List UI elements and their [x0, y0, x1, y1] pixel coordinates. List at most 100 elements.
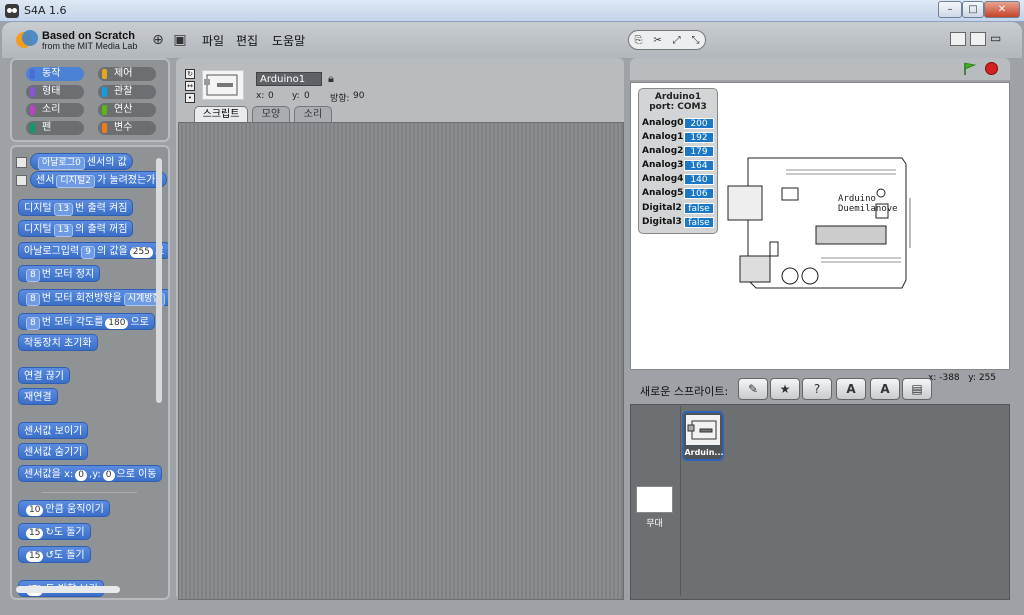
tab-sounds[interactable]: 소리	[294, 106, 332, 122]
block-digital-off[interactable]: 디지털 13 의 출력 꺼짐	[18, 220, 134, 237]
random-sprite-icon[interactable]: ?	[802, 378, 832, 400]
category-control[interactable]: 제어	[98, 67, 156, 81]
lock-icon[interactable]: 🔒︎	[328, 72, 334, 86]
value-input[interactable]: 180	[105, 318, 129, 329]
digital-sensor-checkbox[interactable]	[16, 175, 27, 186]
pin-dropdown[interactable]: 8	[26, 317, 40, 330]
pin-dropdown[interactable]: 8	[26, 293, 40, 306]
block-digital-sensor-pressed[interactable]: 센서 디지털2 가 눌려졌는가?	[30, 171, 167, 188]
palette-vertical-scrollbar[interactable]	[156, 158, 162, 403]
sensor-label: Digital2	[642, 203, 682, 213]
window-title: S4A 1.6	[24, 4, 67, 17]
block-disconnect[interactable]: 연결 끊기	[18, 367, 70, 384]
scripts-canvas[interactable]	[178, 122, 624, 600]
value-input[interactable]: 15	[26, 551, 44, 562]
duplicate-icon[interactable]: ⎘	[634, 35, 642, 46]
x-input[interactable]: 0	[75, 470, 88, 481]
green-flag-icon[interactable]	[963, 62, 977, 75]
rotate-style-icon[interactable]: ↻	[185, 69, 195, 79]
sensor-label: Digital3	[642, 217, 682, 227]
y-input[interactable]: 0	[102, 470, 115, 481]
stop-icon[interactable]	[985, 62, 998, 75]
block-analog-sensor-value[interactable]: 아날로그0 센서의 값	[30, 153, 133, 170]
menu-help[interactable]: 도움말	[272, 32, 305, 49]
sprite-x-label: x:	[256, 91, 265, 101]
no-rotate-icon[interactable]: •	[185, 93, 195, 103]
block-analog-output[interactable]: 아날로그입력9의 값을255로	[18, 242, 168, 259]
shrink-icon[interactable]: ⤡	[692, 35, 700, 46]
sprite-name-field[interactable]: Arduino1	[256, 72, 322, 86]
block-reconnect[interactable]: 재연결	[18, 388, 58, 405]
choose-sprite-icon[interactable]: ★	[770, 378, 800, 400]
block-turn-left[interactable]: 15 ↺도 돌기	[18, 546, 91, 563]
block-reset-actuators[interactable]: 작동장치 초기화	[18, 334, 98, 351]
category-operators[interactable]: 연산	[98, 103, 156, 117]
normal-stage-icon[interactable]	[970, 32, 986, 46]
block-text: 만큼 움직이기	[45, 504, 104, 515]
pin-dropdown[interactable]: 13	[53, 224, 74, 237]
flip-style-icon[interactable]: ↔	[185, 81, 195, 91]
sprite-y-value: 0	[304, 91, 310, 101]
maximize-button[interactable]: □	[962, 1, 984, 18]
arduino-board-sprite[interactable]	[726, 148, 916, 298]
menu-edit[interactable]: 편집	[236, 32, 258, 49]
grow-icon[interactable]: ⤢	[673, 35, 681, 46]
paint-sprite-icon[interactable]: ✎	[738, 378, 768, 400]
globe-icon[interactable]: ⊕	[150, 32, 166, 48]
block-text: 번 모터 정지	[41, 269, 95, 280]
small-stage-icon[interactable]	[950, 32, 966, 46]
block-move-sensor[interactable]: 센서값을 x: 0 ,y: 0 으로 이동	[18, 465, 163, 482]
analog-sensor-dropdown[interactable]: 아날로그0	[38, 157, 85, 170]
category-pen[interactable]: 펜	[26, 121, 84, 135]
value-input[interactable]: 15	[26, 528, 44, 539]
value-input[interactable]: 255	[129, 247, 153, 258]
sensor-value: false	[684, 203, 714, 214]
turn-right-icon: ↻	[45, 527, 54, 538]
board-sprite-icon[interactable]: A	[836, 378, 866, 400]
category-variables[interactable]: 변수	[98, 121, 156, 135]
block-text: 으로 이동	[116, 469, 157, 480]
sprite-card-thumbnail[interactable]	[686, 415, 720, 445]
sensor-value: 200	[684, 118, 714, 129]
import-sprite-icon[interactable]: ▤	[902, 378, 932, 400]
block-show-sensor[interactable]: 센서값 보이기	[18, 422, 89, 439]
block-motor-angle[interactable]: 8번 모터 각도를 180 으로	[18, 313, 155, 330]
tab-scripts[interactable]: 스크립트	[194, 106, 248, 122]
pin-dropdown[interactable]: 13	[53, 203, 74, 216]
stage-toolbar	[630, 58, 1010, 80]
sprite-direction-value: 90	[353, 91, 365, 101]
sensor-value: 164	[684, 160, 714, 171]
category-looks[interactable]: 형태	[26, 85, 84, 99]
block-motor-stop[interactable]: 8번 모터 정지	[18, 265, 101, 282]
palette-horizontal-scrollbar[interactable]	[16, 586, 120, 593]
block-motor-direction[interactable]: 8번 모터 회전방향을 시계방향	[18, 289, 168, 306]
delete-icon[interactable]: ✂	[653, 35, 661, 46]
presentation-icon[interactable]: ▭	[990, 32, 1006, 46]
pin-dropdown[interactable]: 9	[81, 246, 95, 259]
menu-file[interactable]: 파일	[202, 32, 224, 49]
palette-divider	[42, 492, 137, 493]
minimize-button[interactable]: –	[938, 1, 962, 18]
stage-thumbnail[interactable]	[636, 486, 673, 513]
category-sensing[interactable]: 관찰	[98, 85, 156, 99]
stage-label: 무대	[646, 519, 663, 529]
category-sound[interactable]: 소리	[26, 103, 84, 117]
analog-sensor-checkbox[interactable]	[16, 157, 27, 168]
value-input[interactable]: 10	[26, 505, 44, 516]
board-logo-text: Arduino Duemilanove	[838, 194, 898, 214]
close-button[interactable]: ✕	[984, 1, 1020, 18]
brand-subtitle: from the MIT Media Lab	[42, 41, 138, 51]
category-motion[interactable]: 동작	[26, 67, 84, 81]
board-sprite-alt-icon[interactable]: A	[870, 378, 900, 400]
mouse-x-value: -388	[939, 373, 960, 383]
block-move-steps[interactable]: 10 만큼 움직이기	[18, 500, 110, 517]
tab-costumes[interactable]: 모양	[252, 106, 290, 122]
block-digital-on[interactable]: 디지털 13 번 출력 켜짐	[18, 199, 134, 216]
save-icon[interactable]: ▣	[172, 32, 188, 48]
digital-sensor-dropdown[interactable]: 디지털2	[56, 175, 95, 188]
sensor-value: 140	[684, 174, 714, 185]
block-hide-sensor[interactable]: 센서값 숨기기	[18, 443, 89, 460]
block-turn-right[interactable]: 15 ↻도 돌기	[18, 523, 91, 540]
pin-dropdown[interactable]: 8	[26, 269, 40, 282]
mouse-y-label: y:	[968, 373, 976, 383]
